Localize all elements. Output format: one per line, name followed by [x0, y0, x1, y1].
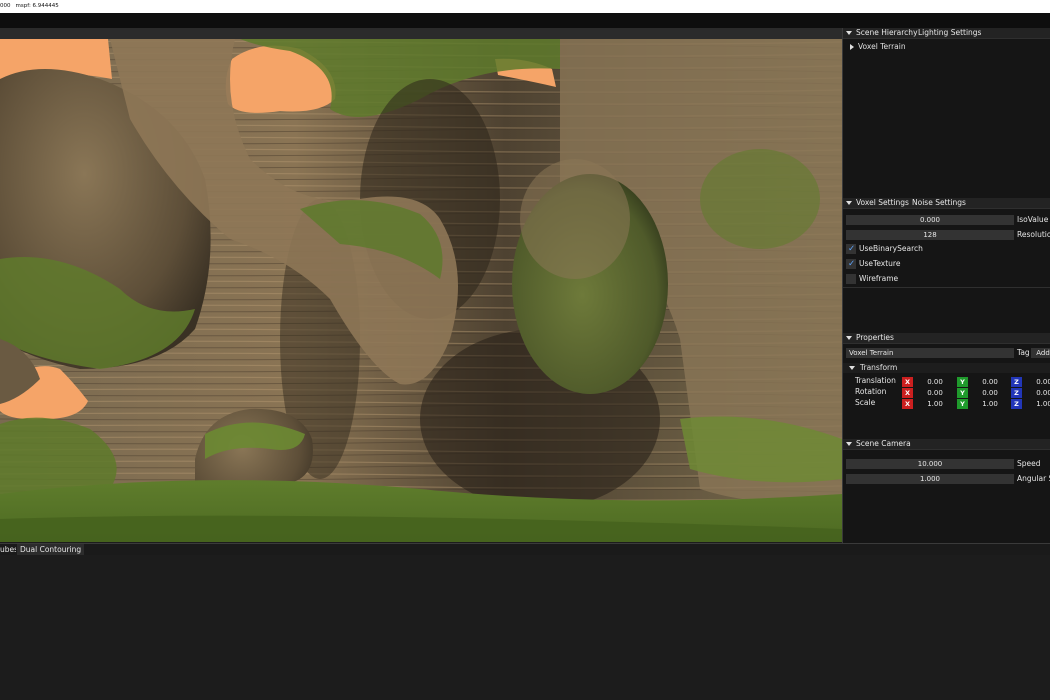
- add-component-button[interactable]: Add: [1031, 348, 1050, 358]
- collapse-icon[interactable]: [846, 442, 852, 446]
- transform-header[interactable]: Transform: [843, 363, 1050, 373]
- wireframe-checkbox[interactable]: [846, 274, 856, 284]
- frame-counter: 000: [0, 3, 11, 9]
- axis-y-badge: Y: [957, 399, 968, 409]
- translation-label: Translation: [855, 376, 896, 385]
- properties-title: Properties: [856, 333, 894, 342]
- collapse-icon[interactable]: [846, 31, 852, 35]
- use-binary-search-checkbox[interactable]: ✓: [846, 244, 856, 254]
- camera-speed-input[interactable]: 10.000: [846, 459, 1014, 469]
- axis-x-badge: X: [902, 377, 913, 387]
- collapse-icon[interactable]: [849, 366, 855, 370]
- tab-voxel-settings[interactable]: Voxel Settings: [856, 198, 909, 208]
- rotation-x-input[interactable]: 0.00: [915, 388, 955, 398]
- axis-x-badge: X: [902, 399, 913, 409]
- transform-title: Transform: [860, 363, 898, 372]
- properties-header[interactable]: Properties: [843, 333, 1050, 344]
- terrain-render: [0, 39, 842, 542]
- viewport-toolbar: [0, 28, 842, 39]
- expand-icon[interactable]: [850, 44, 854, 50]
- translation-z-input[interactable]: 0.00: [1024, 377, 1050, 387]
- tab-lighting-settings[interactable]: Lighting Settings: [918, 28, 981, 38]
- iso-value-label: IsoValue: [1017, 215, 1049, 224]
- hierarchy-item-label: Voxel Terrain: [858, 42, 906, 51]
- axis-z-badge: Z: [1011, 399, 1022, 409]
- axis-y-badge: Y: [957, 388, 968, 398]
- camera-speed-label: Speed: [1017, 459, 1041, 468]
- tab-marching-cubes[interactable]: ubes: [0, 544, 16, 555]
- scene-camera-header[interactable]: Scene Camera: [843, 439, 1050, 450]
- scene-hierarchy-header[interactable]: Scene Hierarchy Lighting Settings: [843, 28, 1050, 39]
- axis-y-badge: Y: [957, 377, 968, 387]
- main-menu-bar: [0, 13, 1050, 28]
- mspf-readout: mspf: 6.944445: [15, 3, 59, 9]
- collapse-icon[interactable]: [846, 336, 852, 340]
- resolution-input[interactable]: 128: [846, 230, 1014, 240]
- translation-y-input[interactable]: 0.00: [970, 377, 1010, 387]
- hierarchy-item-voxel-terrain[interactable]: Voxel Terrain: [843, 42, 1050, 52]
- use-texture-checkbox[interactable]: ✓: [846, 259, 856, 269]
- use-texture-label: UseTexture: [859, 259, 901, 268]
- inspector-pane: Scene Hierarchy Lighting Settings Voxel …: [843, 28, 1050, 543]
- scale-x-input[interactable]: 1.00: [915, 399, 955, 409]
- tab-dual-contouring[interactable]: Dual Contouring: [17, 544, 85, 555]
- scale-label: Scale: [855, 398, 876, 407]
- scene-viewport[interactable]: [0, 39, 842, 542]
- voxel-settings-header[interactable]: Voxel Settings Noise Settings: [843, 198, 1050, 209]
- rotation-z-input[interactable]: 0.00: [1024, 388, 1050, 398]
- window-titlebar: 000 mspf: 6.944445: [0, 0, 1050, 13]
- camera-angular-speed-label: Angular S: [1017, 474, 1050, 483]
- iso-value-input[interactable]: 0.000: [846, 215, 1014, 225]
- axis-x-badge: X: [902, 388, 913, 398]
- scene-camera-title: Scene Camera: [856, 439, 911, 448]
- tab-scene-hierarchy[interactable]: Scene Hierarchy: [856, 28, 918, 38]
- rotation-label: Rotation: [855, 387, 887, 396]
- entity-name-input[interactable]: Voxel Terrain: [846, 348, 1014, 358]
- axis-z-badge: Z: [1011, 388, 1022, 398]
- tab-noise-settings[interactable]: Noise Settings: [912, 198, 966, 208]
- checkmark-icon: ✓: [848, 259, 856, 269]
- checkmark-icon: ✓: [848, 244, 856, 254]
- translation-x-input[interactable]: 0.00: [915, 377, 955, 387]
- rotation-y-input[interactable]: 0.00: [970, 388, 1010, 398]
- section-divider: [843, 287, 1050, 288]
- resolution-label: Resolution: [1017, 230, 1050, 239]
- bottom-panel: [0, 555, 1050, 700]
- bottom-tab-bar: ubes Dual Contouring: [0, 543, 1050, 555]
- axis-z-badge: Z: [1011, 377, 1022, 387]
- collapse-icon[interactable]: [846, 201, 852, 205]
- camera-angular-speed-input[interactable]: 1.000: [846, 474, 1014, 484]
- scale-z-input[interactable]: 1.00: [1024, 399, 1050, 409]
- wireframe-label: Wireframe: [859, 274, 899, 283]
- tag-label: Tag: [1017, 348, 1030, 357]
- scale-y-input[interactable]: 1.00: [970, 399, 1010, 409]
- use-binary-search-label: UseBinarySearch: [859, 244, 923, 253]
